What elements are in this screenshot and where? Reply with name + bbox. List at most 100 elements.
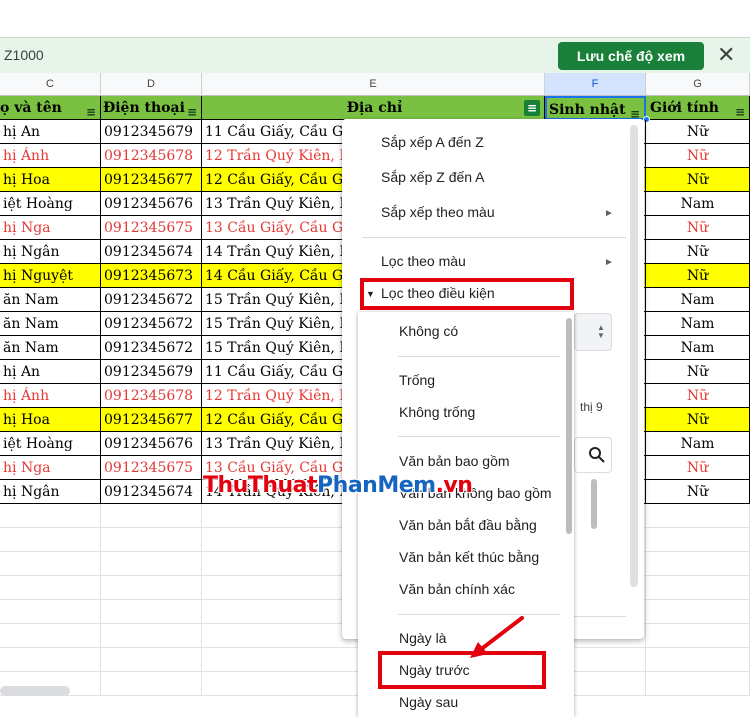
cell-gender[interactable]: Nam xyxy=(646,288,750,312)
cell-gender[interactable]: Nữ xyxy=(646,480,750,504)
condition-date-after[interactable]: Ngày sau xyxy=(399,694,458,710)
empty-cell[interactable] xyxy=(0,624,101,648)
horizontal-scrollbar[interactable] xyxy=(0,686,70,696)
empty-cell[interactable] xyxy=(0,504,101,528)
condition-date-is[interactable]: Ngày là xyxy=(399,630,446,646)
cell-phone[interactable]: 0912345672 xyxy=(101,336,202,360)
header-name[interactable]: ọ và tên ≡ xyxy=(0,96,101,120)
cell-phone[interactable]: 0912345679 xyxy=(101,360,202,384)
empty-cell[interactable] xyxy=(646,504,750,528)
empty-cell[interactable] xyxy=(646,600,750,624)
column-header-e[interactable]: E xyxy=(202,73,545,96)
cell-phone[interactable]: 0912345672 xyxy=(101,312,202,336)
header-phone[interactable]: Điện thoại ≡ xyxy=(101,96,202,120)
menu-item-filter-by-color[interactable]: Lọc theo màu xyxy=(381,253,466,269)
empty-cell[interactable] xyxy=(101,576,202,600)
column-header-d[interactable]: D xyxy=(101,73,202,96)
header-address[interactable]: Địa chỉ ≡ xyxy=(202,96,545,120)
condition-not-empty[interactable]: Không trống xyxy=(399,404,475,420)
cell-phone[interactable]: 0912345675 xyxy=(101,456,202,480)
empty-cell[interactable] xyxy=(0,576,101,600)
column-header-f[interactable]: F xyxy=(545,73,646,96)
cell-name[interactable]: iệt Hoàng xyxy=(0,192,101,216)
column-header-c[interactable]: C xyxy=(0,73,101,96)
empty-cell[interactable] xyxy=(0,552,101,576)
empty-cell[interactable] xyxy=(646,648,750,672)
empty-cell[interactable] xyxy=(0,528,101,552)
cell-phone[interactable]: 0912345674 xyxy=(101,480,202,504)
cell-gender[interactable]: Nữ xyxy=(646,240,750,264)
empty-cell[interactable] xyxy=(101,624,202,648)
cell-name[interactable]: hị Nga xyxy=(0,216,101,240)
cell-name[interactable]: hị Nguyệt xyxy=(0,264,101,288)
search-box[interactable] xyxy=(574,437,612,473)
condition-list-scrollbar[interactable] xyxy=(566,318,572,534)
condition-none[interactable]: Không có xyxy=(399,323,458,339)
empty-cell[interactable] xyxy=(646,624,750,648)
cell-gender[interactable]: Nam xyxy=(646,312,750,336)
header-birthday[interactable]: Sinh nhật ≡ xyxy=(545,96,646,120)
filter-icon[interactable]: ≡ xyxy=(86,100,96,119)
cell-gender[interactable]: Nữ xyxy=(646,144,750,168)
cell-phone[interactable]: 0912345676 xyxy=(101,432,202,456)
cell-name[interactable]: ăn Nam xyxy=(0,312,101,336)
header-gender[interactable]: Giới tính ≡ xyxy=(646,96,750,120)
empty-cell[interactable] xyxy=(101,600,202,624)
condition-select-box[interactable]: ▲ ▼ xyxy=(574,313,612,351)
cell-gender[interactable]: Nữ xyxy=(646,456,750,480)
cell-gender[interactable]: Nam xyxy=(646,432,750,456)
condition-text-starts-with[interactable]: Văn bản bắt đầu bằng xyxy=(399,517,537,533)
cell-phone[interactable]: 0912345675 xyxy=(101,216,202,240)
condition-text-contains[interactable]: Văn bản bao gồm xyxy=(399,453,510,469)
cell-gender[interactable]: Nữ xyxy=(646,360,750,384)
cell-name[interactable]: hị Ánh xyxy=(0,384,101,408)
cell-phone[interactable]: 0912345676 xyxy=(101,192,202,216)
filter-icon[interactable]: ≡ xyxy=(630,102,640,118)
cell-phone[interactable]: 0912345672 xyxy=(101,288,202,312)
close-icon[interactable]: ✕ xyxy=(717,42,735,68)
empty-cell[interactable] xyxy=(101,648,202,672)
empty-cell[interactable] xyxy=(0,600,101,624)
condition-text-ends-with[interactable]: Văn bản kết thúc bằng xyxy=(399,549,539,565)
condition-text-exact[interactable]: Văn bản chính xác xyxy=(399,581,515,597)
cell-phone[interactable]: 0912345673 xyxy=(101,264,202,288)
cell-gender[interactable]: Nữ xyxy=(646,408,750,432)
cell-phone[interactable]: 0912345677 xyxy=(101,168,202,192)
cell-gender[interactable]: Nữ xyxy=(646,168,750,192)
empty-cell[interactable] xyxy=(646,576,750,600)
cell-name[interactable]: hị Ánh xyxy=(0,144,101,168)
menu-item-sort-az[interactable]: Sắp xếp A đến Z xyxy=(381,134,484,150)
cell-name[interactable]: iệt Hoàng xyxy=(0,432,101,456)
cell-name[interactable]: hị Nga xyxy=(0,456,101,480)
empty-cell[interactable] xyxy=(101,552,202,576)
filter-icon[interactable]: ≡ xyxy=(735,100,745,119)
cell-phone[interactable]: 0912345679 xyxy=(101,120,202,144)
condition-empty[interactable]: Trống xyxy=(399,372,435,388)
cell-gender[interactable]: Nữ xyxy=(646,384,750,408)
empty-cell[interactable] xyxy=(0,648,101,672)
cell-name[interactable]: ăn Nam xyxy=(0,288,101,312)
empty-cell[interactable] xyxy=(646,672,750,696)
cell-gender[interactable]: Nam xyxy=(646,336,750,360)
cell-name[interactable]: hị Hoa xyxy=(0,408,101,432)
cell-name[interactable]: hị An xyxy=(0,360,101,384)
menu-item-sort-za[interactable]: Sắp xếp Z đến A xyxy=(381,169,485,185)
cell-phone[interactable]: 0912345677 xyxy=(101,408,202,432)
cell-gender[interactable]: Nam xyxy=(646,192,750,216)
cell-phone[interactable]: 0912345678 xyxy=(101,384,202,408)
cell-gender[interactable]: Nữ xyxy=(646,120,750,144)
column-header-g[interactable]: G xyxy=(646,73,750,96)
menu-item-sort-by-color[interactable]: Sắp xếp theo màu xyxy=(381,204,495,220)
cell-name[interactable]: hị Ngân xyxy=(0,480,101,504)
filter-range-text[interactable]: Z1000 xyxy=(4,47,44,63)
save-view-button[interactable]: Lưu chế độ xem xyxy=(558,42,704,70)
cell-name[interactable]: hị An xyxy=(0,120,101,144)
empty-cell[interactable] xyxy=(646,552,750,576)
cell-gender[interactable]: Nữ xyxy=(646,216,750,240)
cell-gender[interactable]: Nữ xyxy=(646,264,750,288)
empty-cell[interactable] xyxy=(646,528,750,552)
menu-scrollbar[interactable] xyxy=(630,125,638,587)
filter-icon[interactable]: ≡ xyxy=(187,100,197,119)
inner-scrollbar[interactable] xyxy=(591,479,597,529)
empty-cell[interactable] xyxy=(101,672,202,696)
